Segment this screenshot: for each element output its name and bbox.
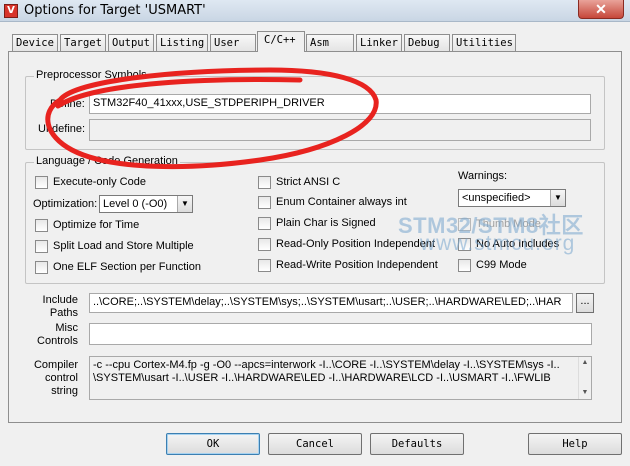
annotation-overlay [45, 67, 379, 170]
tab-cpp[interactable]: C/C++ [257, 31, 305, 52]
red-circle-annotation [45, 67, 379, 170]
